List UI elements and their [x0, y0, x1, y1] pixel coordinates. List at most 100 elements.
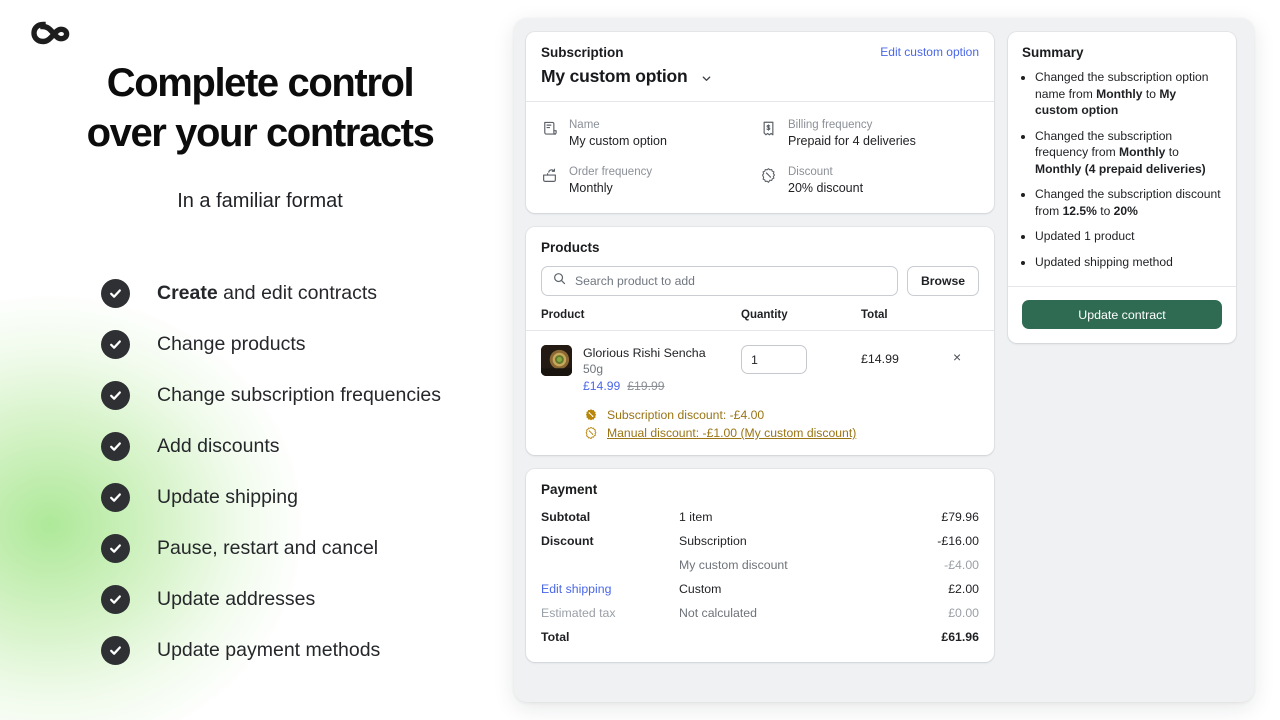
- subscription-option-select[interactable]: My custom option: [526, 60, 994, 101]
- summary-item: Changed the subscription discount from 1…: [1035, 186, 1222, 219]
- product-search-row: Browse: [526, 266, 994, 309]
- payment-rows: Subtotal 1 item £79.96 Discount Subscription…: [526, 510, 994, 662]
- payment-card-header: Payment: [526, 469, 994, 510]
- payment-label: Estimated tax: [541, 606, 616, 620]
- payment-row: Discount Subscription -£16.00: [526, 534, 994, 558]
- detail-label: Order frequency: [569, 166, 653, 178]
- product-thumbnail: [541, 345, 572, 376]
- infinity-logo-icon: [31, 18, 75, 48]
- payment-detail: My custom discount: [679, 558, 788, 572]
- summary-item: Updated 1 product: [1035, 228, 1222, 245]
- payment-row: Estimated tax Not calculated £0.00: [526, 606, 994, 630]
- receipt-icon: [760, 120, 777, 137]
- payment-label: Subtotal: [541, 510, 591, 524]
- summary-item: Changed the subscription frequency from …: [1035, 128, 1222, 178]
- summary-card: Summary Changed the subscription option …: [1008, 32, 1236, 343]
- row-discount-list: Subscription discount: -£4.00 Manual disc…: [526, 395, 994, 455]
- payment-title: Payment: [541, 482, 598, 497]
- detail-value: Monthly: [569, 181, 613, 195]
- payment-label[interactable]: Edit shipping: [541, 582, 679, 596]
- products-card: Products Browse: [526, 227, 994, 455]
- detail-value: My custom option: [569, 134, 667, 148]
- discount-icon: [760, 167, 777, 184]
- browse-button[interactable]: Browse: [906, 266, 979, 296]
- product-name: Glorious Rishi Sencha: [583, 346, 706, 360]
- payment-amount: -£16.00: [937, 534, 979, 548]
- discount-line: Subscription discount: -£4.00: [584, 408, 979, 422]
- reorder-icon: [541, 167, 558, 184]
- search-input[interactable]: [575, 274, 886, 288]
- detail-label: Name: [569, 119, 600, 131]
- row-total: £14.99: [861, 352, 899, 366]
- summary-item: Updated shipping method: [1035, 254, 1222, 271]
- product-variant: 50g: [583, 362, 604, 376]
- edit-custom-option-link[interactable]: Edit custom option: [880, 45, 979, 59]
- feature-item-label: Create and edit contracts: [157, 282, 378, 304]
- subscription-detail-item: Order frequency Monthly: [541, 165, 760, 196]
- column-header-total: Total: [861, 309, 888, 321]
- detail-value: 20% discount: [788, 181, 864, 195]
- check-circle-icon: [101, 483, 130, 512]
- search-icon: [553, 272, 566, 290]
- feature-item: Pause, restart and cancel: [101, 523, 520, 574]
- feature-item-label: Change products: [157, 333, 306, 355]
- feature-item-label: Update payment methods: [157, 639, 381, 661]
- summary-change-list: Changed the subscription option name fro…: [1008, 65, 1236, 286]
- product-search-box[interactable]: [541, 266, 898, 296]
- feature-item-label: Change subscription frequencies: [157, 384, 442, 406]
- products-rows: Glorious Rishi Sencha50g£14.99£19.99£14.…: [526, 331, 994, 455]
- check-circle-icon: [101, 330, 130, 359]
- feature-item: Update payment methods: [101, 625, 520, 676]
- feature-item: Update addresses: [101, 574, 520, 625]
- check-circle-icon: [101, 585, 130, 614]
- price-current: £14.99: [583, 379, 621, 393]
- detail-value: Prepaid for 4 deliveries: [788, 134, 916, 148]
- payment-label: Total: [541, 630, 570, 644]
- subscription-detail-item: Discount 20% discount: [760, 165, 979, 196]
- table-row: Glorious Rishi Sencha50g£14.99£19.99£14.…: [526, 331, 994, 455]
- payment-amount: £79.96: [941, 510, 979, 524]
- payment-row: My custom discount -£4.00: [526, 558, 994, 582]
- payment-amount: £2.00: [948, 582, 979, 596]
- detail-label: Discount: [788, 166, 833, 178]
- payment-amount: £61.96: [941, 630, 979, 644]
- column-header-product: Product: [541, 309, 585, 321]
- discount-line[interactable]: Manual discount: -£1.00 (My custom disco…: [584, 426, 979, 440]
- payment-row: Edit shipping Custom £2.00: [526, 582, 994, 606]
- check-circle-icon: [101, 636, 130, 665]
- app-columns: Subscription Edit custom option My custo…: [514, 18, 1254, 676]
- payment-detail: 1 item: [679, 510, 713, 524]
- price-original: £19.99: [627, 379, 665, 393]
- update-contract-button[interactable]: Update contract: [1022, 300, 1222, 329]
- feature-list: Create and edit contracts Change products…: [101, 268, 520, 676]
- check-circle-icon: [101, 381, 130, 410]
- discount-filled-icon: [584, 408, 598, 422]
- discount-outline-icon: [584, 426, 598, 440]
- payment-label: Discount: [541, 534, 594, 548]
- feature-item-label: Update shipping: [157, 486, 298, 508]
- detail-label: Billing frequency: [788, 119, 873, 131]
- subscription-detail-item: Billing frequency Prepaid for 4 deliverie…: [760, 118, 979, 149]
- check-circle-icon: [101, 534, 130, 563]
- subscription-details-grid: Name My custom option Billing frequency Pre…: [526, 102, 994, 213]
- remove-product-button[interactable]: ×: [953, 345, 979, 395]
- screen-root: Complete control over your contracts In …: [0, 0, 1280, 720]
- product-price: £14.99 £19.99: [583, 378, 706, 395]
- chevron-down-icon: [701, 71, 712, 82]
- feature-item-label: Pause, restart and cancel: [157, 537, 379, 559]
- feature-item: Update shipping: [101, 472, 520, 523]
- products-title: Products: [541, 240, 600, 255]
- quantity-input[interactable]: [741, 345, 807, 374]
- payment-amount: -£4.00: [944, 558, 979, 572]
- summary-item: Changed the subscription option name fro…: [1035, 69, 1222, 119]
- products-table-header: Product Quantity Total: [526, 309, 994, 330]
- feature-item: Change products: [101, 319, 520, 370]
- feature-item-label: Update addresses: [157, 588, 316, 610]
- summary-card-header: Summary: [1008, 32, 1236, 65]
- subscription-card-header: Subscription Edit custom option: [526, 32, 994, 60]
- marketing-headline: Complete control over your contracts: [0, 58, 520, 158]
- payment-detail: Not calculated: [679, 606, 757, 620]
- payment-card: Payment Subtotal 1 item £79.96 Discount Subs…: [526, 469, 994, 662]
- subscription-detail-item: Name My custom option: [541, 118, 760, 149]
- headline-line-1: Complete control: [106, 61, 415, 105]
